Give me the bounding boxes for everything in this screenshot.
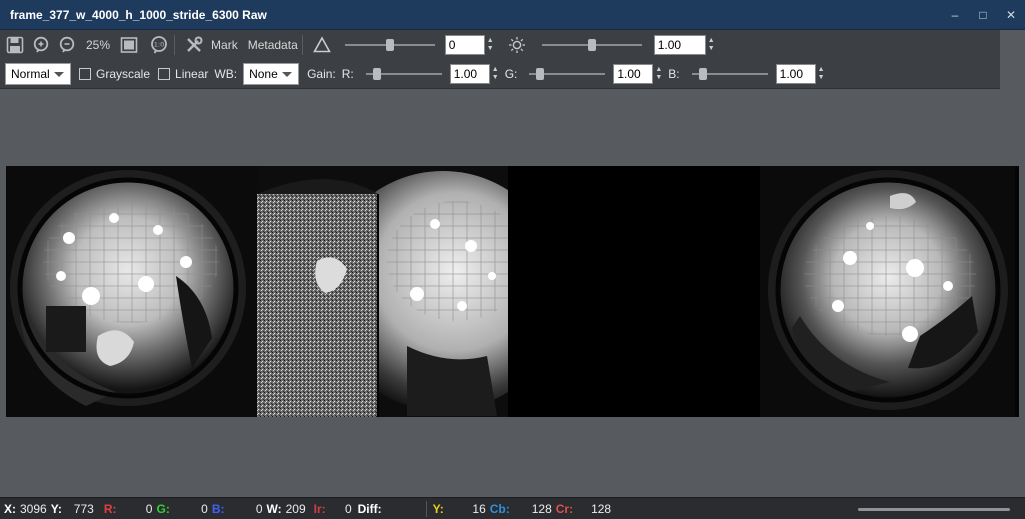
fit-window-icon[interactable] [118,34,140,56]
gain-r-label: R: [341,66,354,81]
contrast-input[interactable] [444,34,485,55]
status-progress-bar [858,508,1010,511]
wb-select-value: None [249,66,278,81]
status-x-label: X: [4,501,16,516]
status-cr-label: Cr: [555,501,574,516]
image-canvas[interactable] [0,89,1025,497]
linear-label: Linear [175,66,209,81]
title-bar: frame_377_w_4000_h_1000_stride_6300 Raw … [0,0,1025,30]
raw-frame-image[interactable] [6,166,1019,417]
gain-g-stepper[interactable]: ▲ ▼ [655,66,662,82]
svg-text:1:0: 1:0 [154,40,164,48]
gain-g-spinbox[interactable]: ▲▼ [613,63,662,84]
contrast-slider[interactable] [344,35,435,55]
contrast-triangle-icon [311,34,333,56]
gain-b-spinbox[interactable]: ▲▼ [775,63,825,84]
status-b-value: 0 [255,501,263,516]
zoom-in-icon[interactable] [30,34,52,56]
metadata-button[interactable]: Metadata [248,38,298,52]
gain-r-slider[interactable] [365,64,442,84]
close-button[interactable]: ✕ [997,0,1025,30]
toolbar-adjust: Normal Grayscale Linear WB: None Gain: R… [0,59,1000,89]
gain-g-label: G: [504,66,518,81]
status-bar: X: 3096 Y: 773 R: 0 G: 0 B: 0 W: 209 Ir:… [0,497,1025,519]
toolbar-separator [301,34,303,55]
wb-select[interactable]: None [243,62,300,85]
maximize-button[interactable]: □ [969,0,997,30]
status-cb-label: Cb: [489,501,510,516]
fisheye-panel-2 [257,166,508,417]
gain-g-input[interactable] [613,63,654,84]
zoom-level-label[interactable]: 25% [86,38,110,52]
grayscale-checkbox-box[interactable] [79,67,91,80]
chevron-down-icon [54,71,64,77]
gain-b-stepper[interactable]: ▲ ▼ [818,66,825,82]
status-ir-label: Ir: [313,501,326,516]
brightness-spinbox[interactable]: ▲▼ [653,34,715,55]
mark-button[interactable]: Mark [211,38,238,52]
status-w-value: 209 [285,501,306,516]
mode-select-value: Normal [11,66,50,81]
toolbar-separator [174,34,176,55]
brightness-input[interactable] [653,34,706,55]
toolbar-main: 25% 1:0 Mark Metadata ▲▼ ▲▼ [0,30,1000,59]
brightness-sun-icon [506,34,528,56]
mode-select[interactable]: Normal [5,62,71,85]
grayscale-checkbox[interactable]: Grayscale [79,67,150,81]
status-r-label: R: [103,501,117,516]
linear-checkbox-box[interactable] [158,67,171,80]
status-x-value: 3096 [20,501,47,516]
status-r-value: 0 [145,501,153,516]
grayscale-label: Grayscale [96,66,151,81]
gain-g-slider[interactable] [529,64,606,84]
toolbar-overflow-area [1000,30,1025,89]
status-cb-value: 128 [531,501,552,516]
gain-label: Gain: [307,66,336,81]
gain-r-stepper[interactable]: ▲ ▼ [492,66,499,82]
brightness-stepper[interactable]: ▲ ▼ [708,37,715,53]
window-title: frame_377_w_4000_h_1000_stride_6300 Raw [10,7,267,22]
gain-b-slider[interactable] [691,64,768,84]
linear-checkbox[interactable]: Linear [158,67,208,81]
zoom-out-icon[interactable] [56,34,78,56]
minimize-button[interactable]: – [941,0,969,30]
status-luma-value: 16 [472,501,486,516]
gain-r-spinbox[interactable]: ▲▼ [449,63,499,84]
status-divider [425,500,427,517]
actual-size-icon[interactable]: 1:0 [148,34,170,56]
tools-icon[interactable] [183,34,205,56]
status-w-label: W: [266,501,282,516]
save-icon[interactable] [4,34,26,56]
status-g-value: 0 [201,501,208,516]
chevron-down-icon [282,71,293,77]
fisheye-panel-1 [6,166,257,417]
status-y-label: Y: [50,501,62,516]
gain-r-input[interactable] [449,63,490,84]
status-luma-label: Y: [432,501,444,516]
wb-label: WB: [214,66,238,81]
gain-b-label: B: [668,66,680,81]
status-g-label: G: [156,501,170,516]
status-diff-label: Diff: [357,501,382,516]
fisheye-panel-4 [760,166,1015,417]
status-y-value: 773 [73,501,94,516]
blank-panel [508,166,760,417]
brightness-slider[interactable] [541,35,642,55]
status-ir-value: 0 [344,501,352,516]
gain-b-input[interactable] [775,63,816,84]
status-b-label: B: [211,501,225,516]
status-cr-value: 128 [591,501,612,516]
contrast-stepper[interactable]: ▲ ▼ [487,37,494,53]
contrast-spinbox[interactable]: ▲▼ [444,34,494,55]
